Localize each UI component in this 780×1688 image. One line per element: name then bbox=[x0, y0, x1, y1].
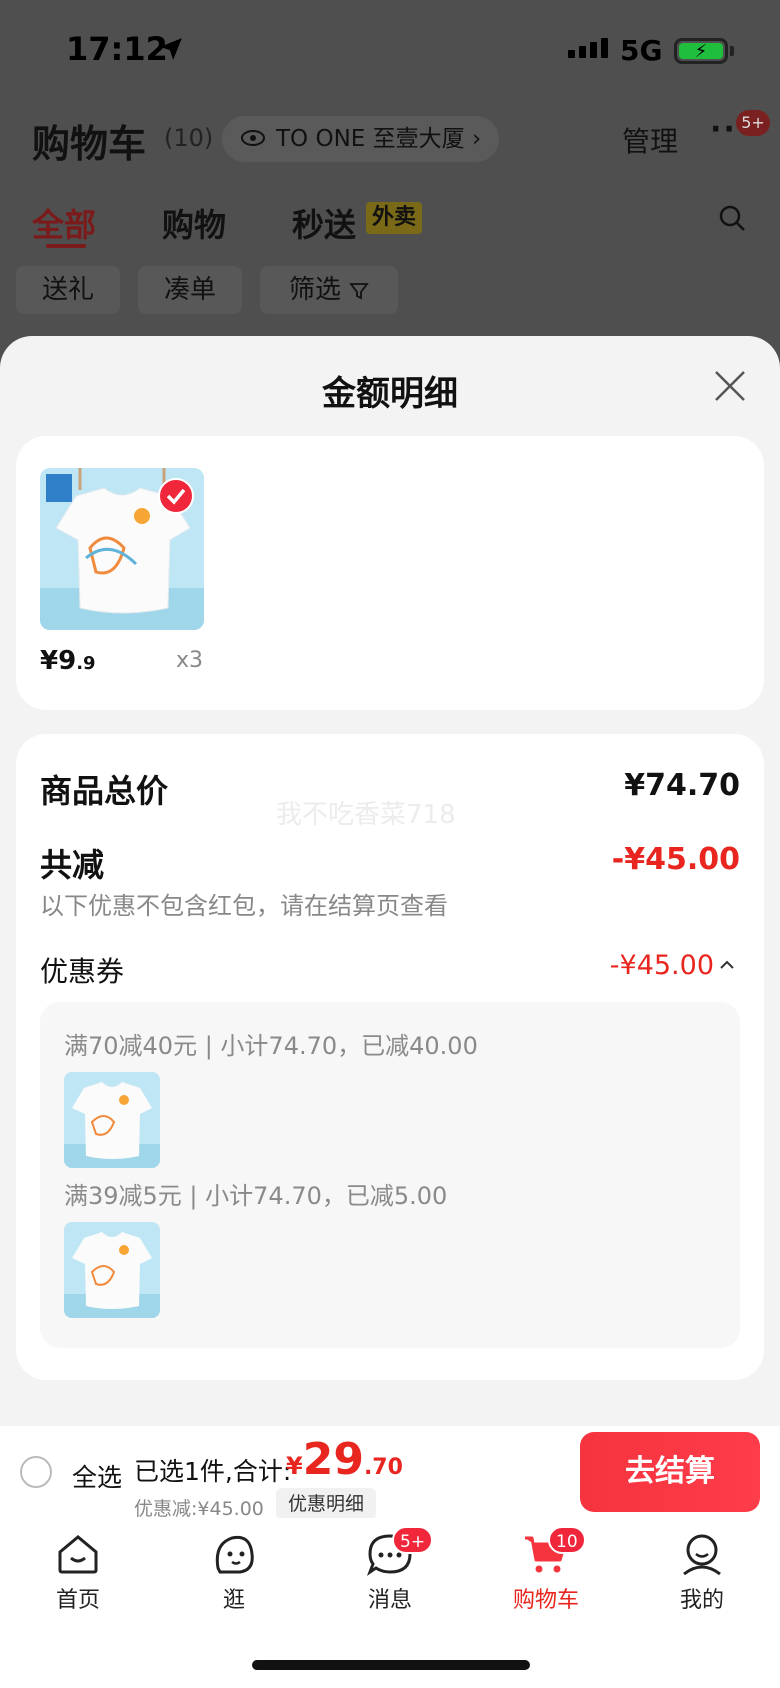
chip-bundle[interactable]: 凑单 bbox=[138, 266, 242, 314]
tab-shopping[interactable]: 购物 bbox=[162, 200, 226, 246]
selected-summary: 已选1件,合计: bbox=[134, 1457, 292, 1486]
tabbar-profile[interactable]: 我的 bbox=[642, 1530, 762, 1614]
network-type: 5G bbox=[620, 34, 663, 67]
total-currency: ¥ bbox=[286, 1452, 303, 1480]
battery-tip bbox=[730, 46, 734, 56]
tabbar-browse-label: 逛 bbox=[222, 1588, 245, 1613]
tabbar-profile-label: 我的 bbox=[679, 1588, 724, 1613]
waimai-badge: 外卖 bbox=[366, 202, 423, 234]
filter-icon bbox=[349, 282, 369, 299]
checkout-button[interactable]: 去结算 bbox=[580, 1432, 760, 1512]
tabbar-home[interactable]: 首页 bbox=[18, 1530, 138, 1614]
product-quantity: x3 bbox=[176, 648, 204, 673]
location-arrow-icon bbox=[160, 38, 182, 60]
chip-filter[interactable]: 筛选 bbox=[260, 266, 398, 314]
tab-all[interactable]: 全部 bbox=[32, 200, 96, 246]
more-badge: 5+ bbox=[736, 110, 770, 136]
profile-icon bbox=[683, 1534, 721, 1576]
chip-filter-label: 筛选 bbox=[288, 275, 341, 305]
coupon-product-image bbox=[64, 1072, 160, 1168]
total-int: 29 bbox=[302, 1434, 364, 1485]
watermark: 我不吃香菜718 bbox=[276, 800, 456, 830]
price-dec: .9 bbox=[76, 653, 96, 674]
tshirt-image bbox=[64, 1072, 160, 1168]
select-all-checkbox[interactable] bbox=[20, 1456, 52, 1488]
address-text: TO ONE 至壹大厦 bbox=[276, 126, 465, 152]
close-icon[interactable] bbox=[712, 368, 748, 404]
signal-icon bbox=[568, 38, 608, 58]
coupon-rule: 满39减5元 | 小计74.70，已减5.00 bbox=[64, 1182, 448, 1210]
browse-face-icon bbox=[215, 1535, 254, 1574]
chip-gift[interactable]: 送礼 bbox=[16, 266, 120, 314]
tabbar-browse[interactable]: 逛 bbox=[174, 1530, 294, 1614]
tabbar-cart-label: 购物车 bbox=[512, 1588, 579, 1613]
home-indicator bbox=[252, 1660, 530, 1670]
discount-detail-button[interactable]: 优惠明细 bbox=[276, 1488, 377, 1520]
tabbar-home-label: 首页 bbox=[55, 1588, 100, 1613]
total-price-value: ¥74.70 bbox=[624, 768, 740, 803]
messages-badge: 5+ bbox=[392, 1526, 434, 1554]
status-time: 17:12 bbox=[66, 30, 168, 68]
address-selector[interactable]: TO ONE 至壹大厦 › bbox=[222, 116, 500, 162]
search-icon[interactable] bbox=[718, 204, 746, 232]
price-int: ¥9 bbox=[40, 646, 77, 676]
total-dec: .70 bbox=[363, 1455, 403, 1480]
coupon-product-image bbox=[64, 1222, 160, 1318]
tshirt-image bbox=[64, 1222, 160, 1318]
total-amount: ¥29.70 bbox=[286, 1434, 403, 1485]
reduce-label: 共减 bbox=[40, 846, 105, 884]
product-price: ¥9.9 bbox=[40, 646, 96, 676]
tab-underline bbox=[46, 244, 86, 248]
chevron-right-icon: › bbox=[471, 126, 482, 152]
select-all-label[interactable]: 全选 bbox=[72, 1458, 122, 1494]
home-icon bbox=[58, 1535, 98, 1574]
battery-icon: ⚡ bbox=[674, 38, 728, 64]
sheet-title: 金额明细 bbox=[322, 374, 458, 414]
total-price-label: 商品总价 bbox=[40, 772, 169, 810]
manage-button[interactable]: 管理 bbox=[622, 120, 678, 160]
page-title: 购物车 bbox=[32, 122, 147, 166]
coupon-label[interactable]: 优惠券 bbox=[40, 950, 124, 990]
reduce-value: -¥45.00 bbox=[611, 842, 740, 877]
discount-note: 以下优惠不包含红包，请在结算页查看 bbox=[40, 892, 448, 920]
eye-icon bbox=[241, 130, 265, 146]
selected-check-icon[interactable] bbox=[158, 478, 194, 514]
coupon-value[interactable]: -¥45.00 bbox=[610, 950, 714, 981]
coupon-rule: 满70减40元 | 小计74.70，已减40.00 bbox=[64, 1032, 478, 1060]
cart-badge: 10 bbox=[548, 1526, 586, 1554]
discount-amount: 优惠减:¥45.00 bbox=[134, 1498, 264, 1520]
cart-count: (10) bbox=[164, 124, 214, 152]
tabbar-cart[interactable]: 购物车 bbox=[486, 1530, 606, 1614]
tabbar-messages-label: 消息 bbox=[367, 1588, 412, 1613]
tab-instant[interactable]: 秒送 bbox=[292, 200, 356, 246]
chevron-up-icon[interactable] bbox=[718, 956, 736, 974]
